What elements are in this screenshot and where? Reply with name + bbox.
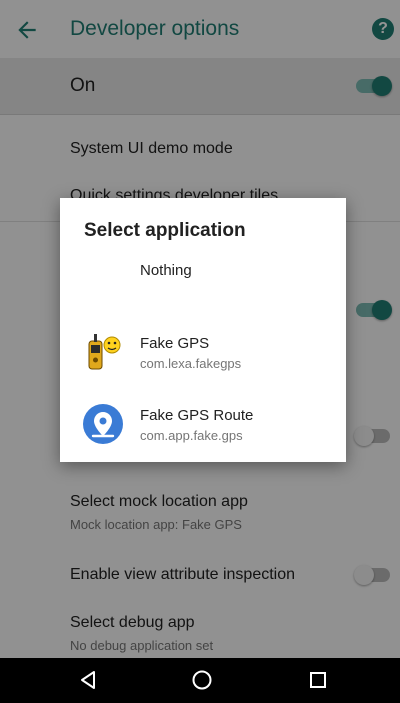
recents-nav-icon[interactable] xyxy=(306,668,330,692)
navigation-bar xyxy=(0,658,400,703)
option-label: Fake GPS xyxy=(140,335,210,352)
back-nav-icon[interactable] xyxy=(76,668,100,692)
option-nothing[interactable]: Nothing xyxy=(60,250,346,294)
option-fake-gps-route[interactable]: Fake GPS Route com.app.fake.gps xyxy=(60,398,346,458)
home-nav-icon[interactable] xyxy=(190,668,214,692)
location-pin-icon xyxy=(83,404,123,444)
option-package: com.lexa.fakegps xyxy=(140,356,242,371)
option-label: Nothing xyxy=(140,262,192,279)
option-package: com.app.fake.gps xyxy=(140,428,243,443)
select-application-dialog: Select application Nothing Fake GPS com.… xyxy=(60,198,346,462)
option-label: Fake GPS Route xyxy=(140,407,254,424)
option-fake-gps[interactable]: Fake GPS com.lexa.fakegps xyxy=(60,326,346,386)
gps-device-icon xyxy=(88,334,121,370)
dialog-title: Select application xyxy=(84,220,246,241)
